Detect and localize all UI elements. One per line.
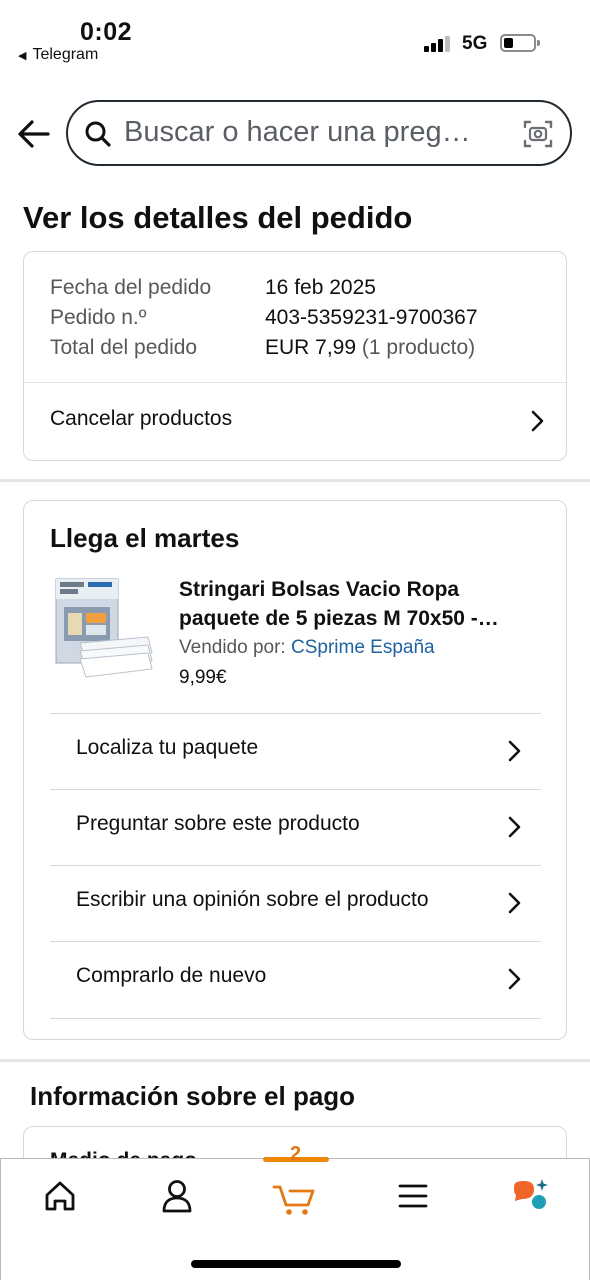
account-icon[interactable] — [142, 1173, 212, 1219]
payment-info-heading: Información sobre el pago — [30, 1081, 356, 1111]
cart-count-badge: 2 — [290, 1143, 302, 1165]
action-label: Localiza tu paquete — [76, 736, 259, 759]
order-number-value: 403-5359231-9700367 — [265, 306, 478, 329]
order-total-items: (1 producto) — [361, 336, 476, 359]
back-triangle-icon: ◀ — [18, 49, 27, 62]
menu-icon[interactable] — [378, 1173, 448, 1219]
sold-by-label: Vendido por: — [179, 637, 286, 658]
sold-by: Vendido por: CSprime España — [179, 637, 435, 659]
search-placeholder: Buscar o hacer una preg… — [124, 116, 471, 148]
chevron-right-icon — [508, 892, 521, 914]
buy-again-row[interactable]: Comprarlo de nuevo — [50, 941, 541, 1017]
network-label: 5G — [462, 33, 488, 54]
chevron-right-icon — [508, 740, 521, 762]
action-label: Comprarlo de nuevo — [76, 964, 267, 987]
order-summary-card: Fecha del pedido 16 feb 2025 Pedido n.º … — [23, 251, 567, 461]
section-separator — [0, 479, 590, 482]
seller-link[interactable]: CSprime España — [291, 637, 435, 658]
order-number-label: Pedido n.º — [50, 306, 147, 329]
cancel-products-label: Cancelar productos — [50, 407, 233, 430]
ask-product-question-row[interactable]: Preguntar sobre este producto — [50, 789, 541, 865]
camera-search-icon[interactable] — [522, 118, 554, 150]
write-review-row[interactable]: Escribir una opinión sobre el producto — [50, 865, 541, 941]
product-image[interactable] — [50, 573, 158, 681]
cancel-products-row[interactable]: Cancelar productos — [24, 383, 566, 460]
search-input[interactable]: Buscar o hacer una preg… — [66, 100, 572, 166]
action-label: Preguntar sobre este producto — [76, 812, 360, 835]
arrival-heading: Llega el martes — [50, 523, 240, 553]
search-icon — [85, 121, 111, 147]
divider — [50, 1018, 541, 1019]
cart-icon[interactable] — [260, 1173, 330, 1219]
back-to-app-link[interactable]: ◀ Telegram — [18, 46, 98, 64]
order-date-label: Fecha del pedido — [50, 276, 212, 299]
order-date-value: 16 feb 2025 — [265, 276, 376, 299]
shipment-card: Llega el martes Stringari Bolsas Vacio R… — [23, 500, 567, 1040]
section-separator — [0, 1059, 590, 1062]
order-total-value: EUR 7,99 — [265, 336, 357, 359]
product-price: 9,99€ — [179, 667, 227, 688]
track-package-row[interactable]: Localiza tu paquete — [50, 713, 541, 789]
page-title: Ver los detalles del pedido — [23, 200, 413, 235]
action-label: Escribir una opinión sobre el producto — [76, 888, 429, 911]
status-bar: 0:02 ◀ Telegram 5G — [0, 0, 590, 80]
back-app-label: Telegram — [32, 46, 99, 63]
battery-icon — [500, 34, 540, 52]
order-total: EUR 7,99 (1 producto) — [265, 336, 475, 360]
back-arrow-icon[interactable] — [16, 114, 52, 154]
home-icon[interactable] — [25, 1173, 95, 1219]
chevron-right-icon — [531, 410, 544, 432]
rufus-assistant-icon[interactable] — [496, 1173, 566, 1219]
home-indicator — [191, 1260, 401, 1268]
status-time: 0:02 — [80, 18, 133, 46]
bottom-nav — [0, 1157, 590, 1280]
signal-icon — [424, 36, 454, 52]
chevron-right-icon — [508, 816, 521, 838]
product-title-link[interactable]: Stringari Bolsas Vacio Ropa paquete de 5… — [179, 575, 539, 633]
chevron-right-icon — [508, 968, 521, 990]
order-total-label: Total del pedido — [50, 336, 198, 359]
